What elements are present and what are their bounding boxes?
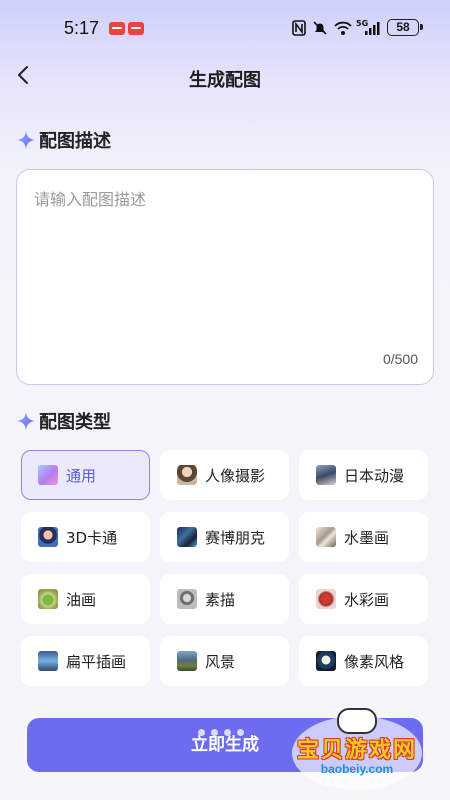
sparkle-icon xyxy=(17,131,35,149)
watermark-logo: 宝贝游戏网 baobeiy.com xyxy=(282,708,432,792)
flat-illustration-thumb xyxy=(38,651,58,671)
description-section-heading: 配图描述 xyxy=(16,127,111,153)
anime-thumb xyxy=(316,465,336,485)
style-grid: 通用 人像摄影 日本动漫 3D卡通 赛博朋克 水墨画 油画 素描 水彩画 扁平插… xyxy=(21,450,429,686)
style-option-label: 水彩画 xyxy=(344,590,390,609)
style-option-label: 通用 xyxy=(66,466,97,485)
style-option-label: 水墨画 xyxy=(344,528,390,547)
style-option-general[interactable]: 通用 xyxy=(21,450,150,500)
status-time: 5:17 xyxy=(64,18,100,38)
status-bar: 5:17 5G 58 xyxy=(0,0,450,56)
cartoon-3d-thumb xyxy=(38,527,58,547)
nfc-icon xyxy=(292,20,306,36)
landscape-thumb xyxy=(177,651,197,671)
dot xyxy=(198,729,205,736)
style-option-3d-cartoon[interactable]: 3D卡通 xyxy=(21,512,150,562)
watermark-url: baobeiy.com xyxy=(320,762,394,776)
oil-painting-thumb xyxy=(38,589,58,609)
style-option-label: 日本动漫 xyxy=(344,466,405,485)
watercolor-thumb xyxy=(316,589,336,609)
battery-indicator: 58 xyxy=(387,19,423,36)
gamepad-icon xyxy=(337,708,377,734)
pixel-style-thumb xyxy=(316,651,336,671)
signal-icon xyxy=(364,20,380,36)
type-section-title: 配图类型 xyxy=(39,412,111,433)
portrait-thumb xyxy=(177,465,197,485)
style-option-anime[interactable]: 日本动漫 xyxy=(299,450,428,500)
style-option-label: 油画 xyxy=(66,590,97,609)
loading-dots xyxy=(198,729,244,736)
style-option-label: 赛博朋克 xyxy=(205,528,266,547)
page-title: 生成配图 xyxy=(189,70,261,91)
style-option-flat-illustration[interactable]: 扁平插画 xyxy=(21,636,150,686)
style-option-cyberpunk[interactable]: 赛博朋克 xyxy=(160,512,289,562)
style-option-label: 扁平插画 xyxy=(66,652,127,671)
cyberpunk-thumb xyxy=(177,527,197,547)
style-option-ink-painting[interactable]: 水墨画 xyxy=(299,512,428,562)
style-option-oil-painting[interactable]: 油画 xyxy=(21,574,150,624)
mute-icon xyxy=(312,20,328,36)
style-option-portrait[interactable]: 人像摄影 xyxy=(160,450,289,500)
sketch-thumb xyxy=(177,589,197,609)
dot xyxy=(224,729,231,736)
notification-app-icon xyxy=(109,22,125,35)
style-option-label: 3D卡通 xyxy=(66,528,118,547)
style-option-label: 像素风格 xyxy=(344,652,405,671)
style-option-label: 风景 xyxy=(205,652,236,671)
style-option-landscape[interactable]: 风景 xyxy=(160,636,289,686)
style-option-label: 素描 xyxy=(205,590,236,609)
char-count: 0/500 xyxy=(382,351,418,367)
watermark-title: 宝贝游戏网 xyxy=(296,738,417,763)
dot xyxy=(237,729,244,736)
style-option-sketch[interactable]: 素描 xyxy=(160,574,289,624)
wifi-icon xyxy=(334,20,352,36)
dot xyxy=(211,729,218,736)
type-section-heading: 配图类型 xyxy=(16,408,111,434)
description-section-title: 配图描述 xyxy=(39,131,111,152)
notification-app-icon xyxy=(128,22,144,35)
description-box: 0/500 xyxy=(16,169,434,385)
description-input[interactable] xyxy=(34,186,414,336)
ink-painting-thumb xyxy=(316,527,336,547)
sparkle-icon xyxy=(17,412,35,430)
style-option-pixel-style[interactable]: 像素风格 xyxy=(299,636,428,686)
style-option-watercolor[interactable]: 水彩画 xyxy=(299,574,428,624)
style-option-label: 人像摄影 xyxy=(205,466,266,485)
gradient-thumb xyxy=(38,465,58,485)
